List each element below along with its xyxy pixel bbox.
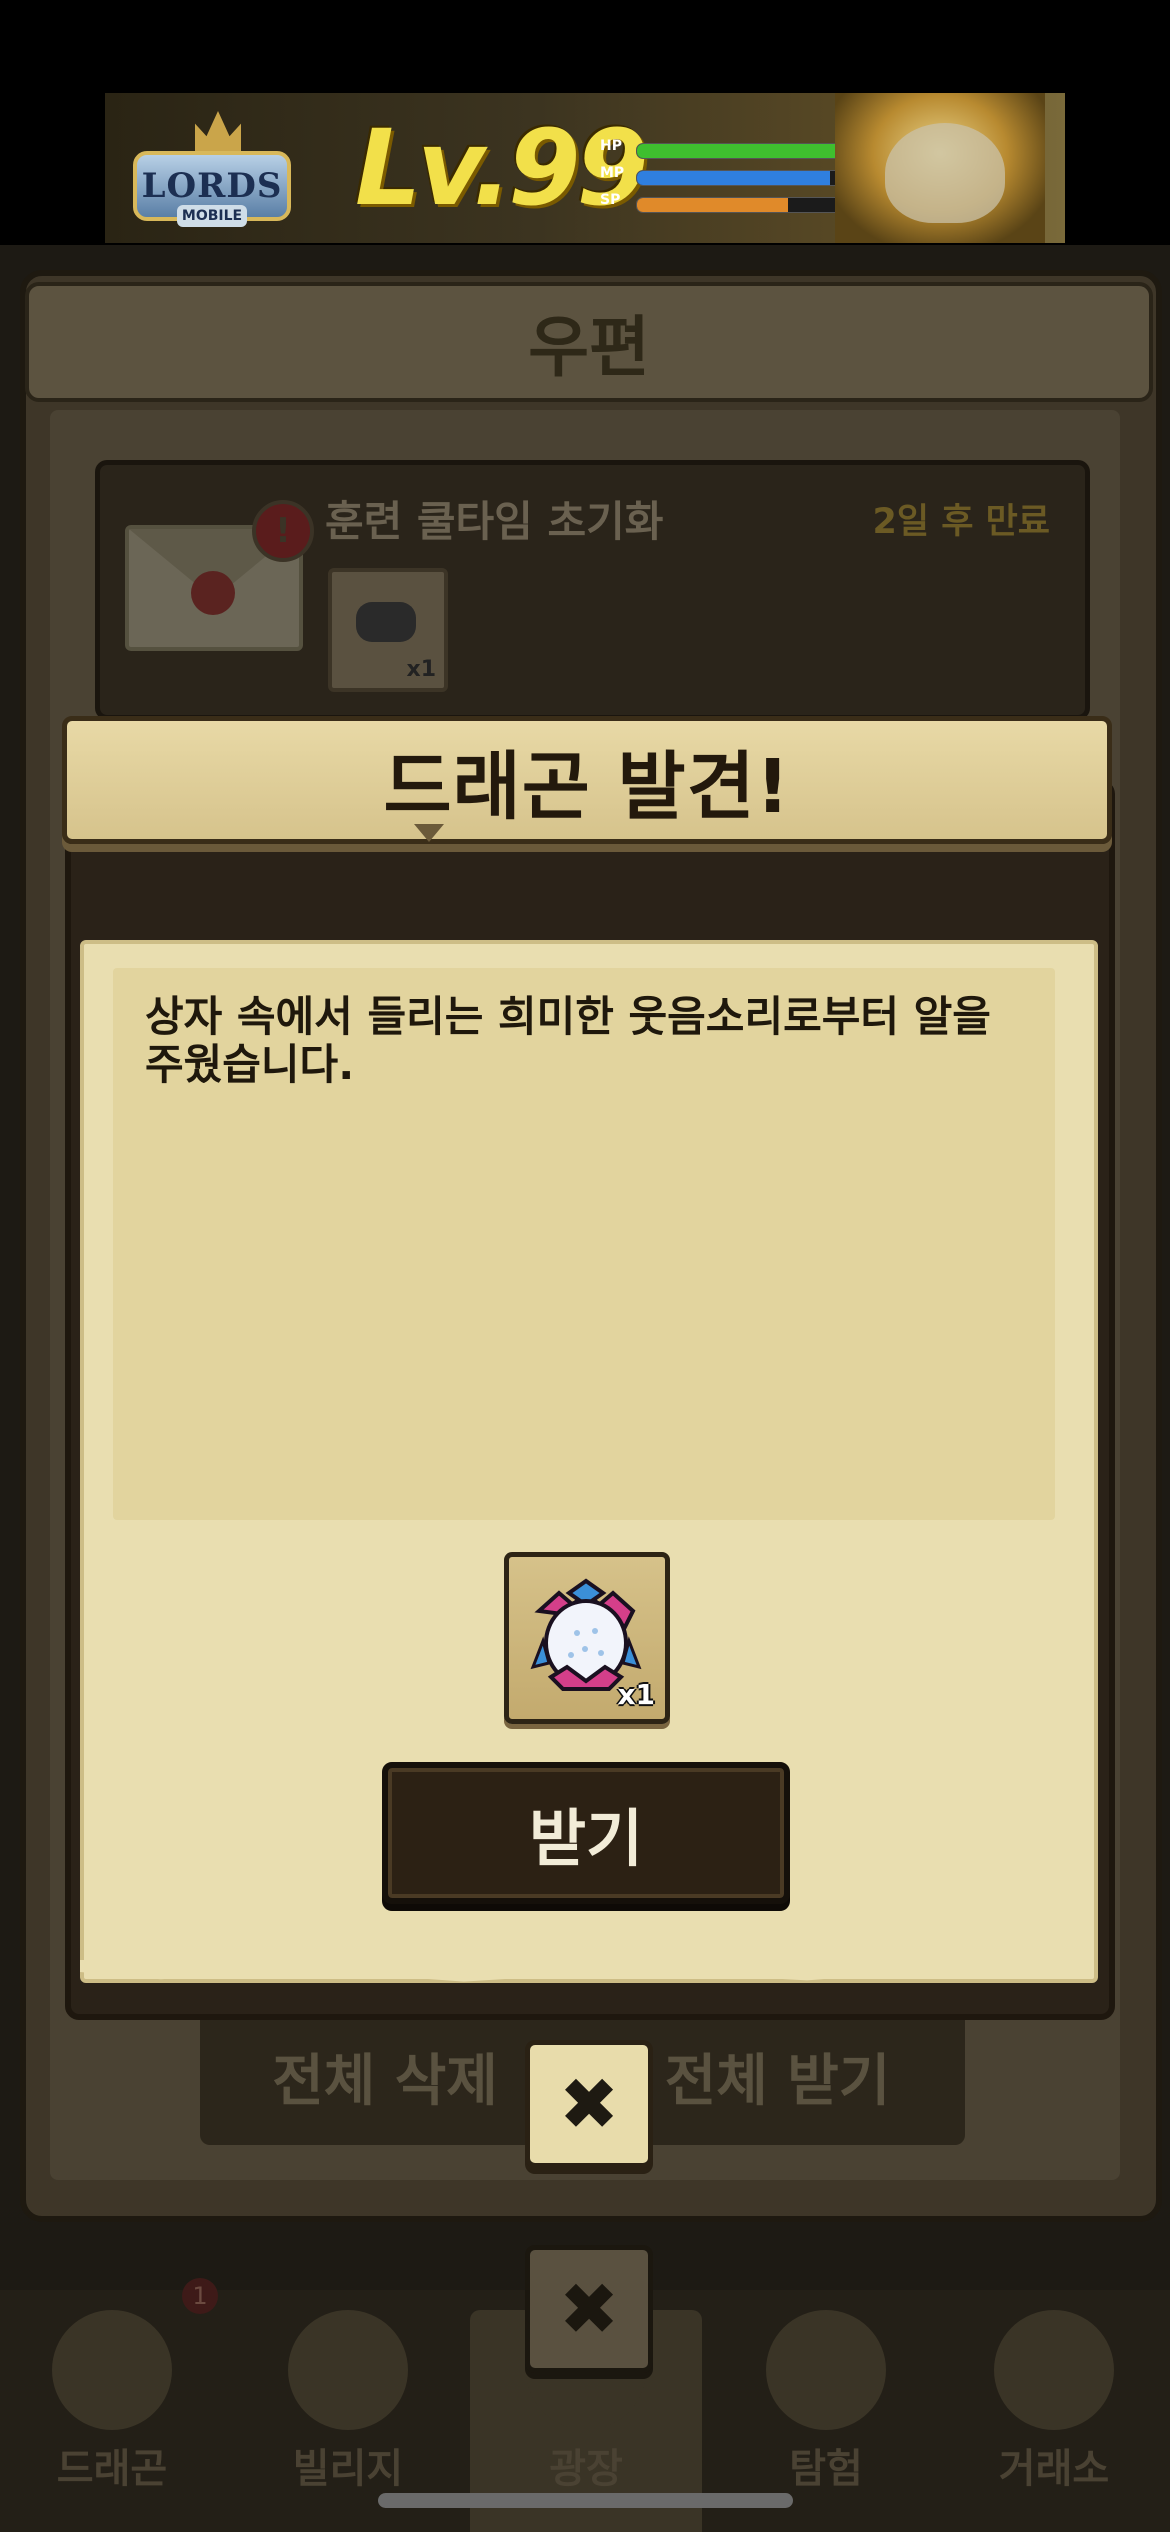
receive-button[interactable]: 받기 — [382, 1762, 790, 1904]
mail-title: 우편 — [528, 309, 650, 386]
stat-label: HP — [600, 138, 622, 154]
compass-icon — [766, 2310, 886, 2430]
ad-banner[interactable]: LORDS MOBILE Lv.99 HP MP SP — [105, 93, 1065, 243]
stat-fill — [637, 144, 837, 158]
nav-item-exchange[interactable]: 거래소 — [944, 2300, 1164, 2520]
popup-message: 상자 속에서 들리는 희미한 웃음소리로부터 알을 주웠습니다. — [145, 992, 991, 1089]
nav-label: 탐험 — [789, 2446, 863, 2492]
crown-icon — [195, 111, 241, 153]
home-indicator[interactable] — [378, 2493, 793, 2508]
nav-label: 광장 — [549, 2446, 623, 2492]
notification-badge: 1 — [182, 2278, 218, 2314]
nav-label: 빌리지 — [292, 2446, 404, 2492]
receive-button-label: 받기 — [528, 1802, 644, 1875]
close-mail-button[interactable]: ✖ — [525, 2245, 653, 2373]
close-icon: ✖ — [558, 2267, 620, 2351]
stat-label: MP — [600, 165, 625, 181]
popup-header: 드래곤 발견! — [62, 716, 1112, 844]
dragon-icon — [52, 2310, 172, 2430]
alert-icon: ! — [252, 500, 314, 562]
ad-lion-art — [885, 123, 1005, 223]
stat-label: SP — [600, 192, 621, 208]
close-popup-button[interactable]: ✖ — [525, 2040, 653, 2168]
popup-title: 드래곤 발견! — [383, 743, 791, 830]
village-icon — [288, 2310, 408, 2430]
mail-title-plate: 우편 — [25, 282, 1153, 402]
nav-item-dragon[interactable]: 드래곤 — [2, 2300, 222, 2520]
ad-logo-sub: MOBILE — [177, 205, 247, 227]
mail-reward-qty: x1 — [406, 657, 437, 682]
stat-fill — [637, 198, 789, 212]
nav-label: 거래소 — [998, 2446, 1110, 2492]
delete-all-button[interactable]: 전체 삭제 — [205, 2020, 565, 2132]
reward-qty: x1 — [617, 1678, 655, 1711]
mail-item-title: 훈련 쿨타임 초기화 — [325, 497, 664, 546]
dumbbell-icon — [356, 602, 416, 642]
nav-item-village[interactable]: 빌리지 — [238, 2300, 458, 2520]
mail-item-expiry: 2일 후 만료 — [872, 502, 1050, 542]
stat-fill — [637, 171, 831, 185]
nav-item-explore[interactable]: 탐험 — [716, 2300, 936, 2520]
exchange-icon — [994, 2310, 1114, 2430]
nav-label: 드래곤 — [56, 2446, 168, 2492]
reward-slot[interactable]: x1 — [504, 1552, 670, 1724]
mail-reward-slot: x1 — [328, 568, 448, 692]
close-icon: ✖ — [558, 2062, 620, 2146]
